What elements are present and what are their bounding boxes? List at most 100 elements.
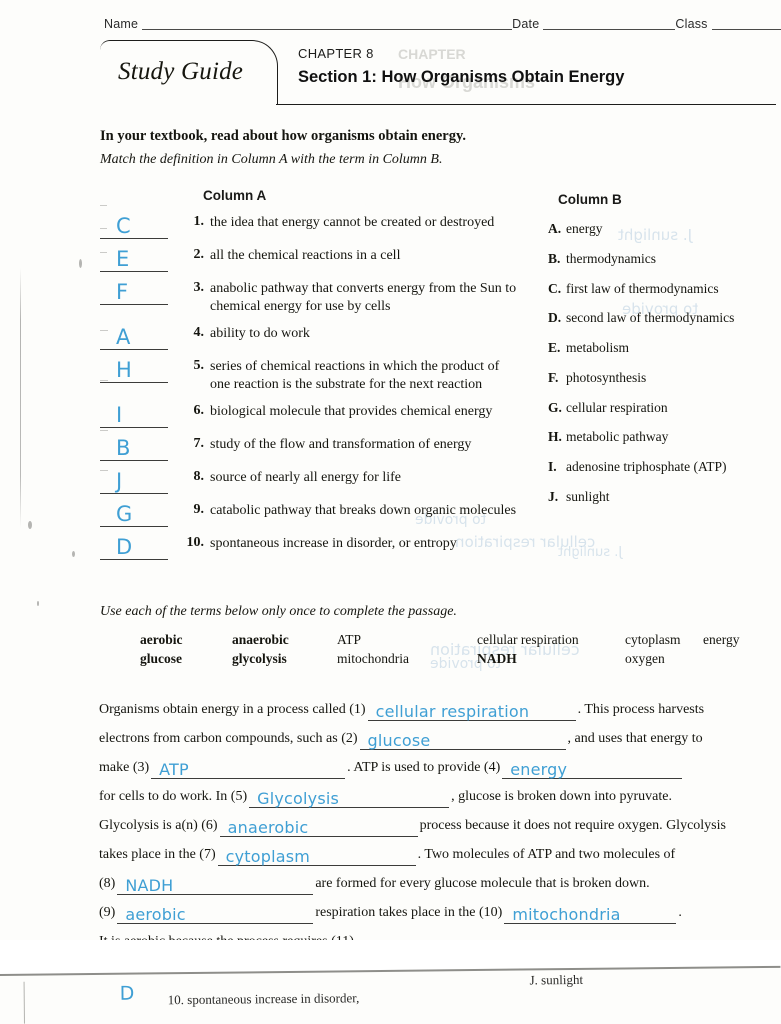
passage-blank-8[interactable]: NADH <box>117 874 314 895</box>
passage-instruction: Use each of the terms below only once to… <box>100 604 457 619</box>
passage-text: are formed for every glucose molecule th… <box>315 876 650 891</box>
term-text-b: thermodynamics <box>566 250 656 266</box>
passage-text: . ATP is used to provide (4) <box>347 760 501 775</box>
column-b-header: Column B <box>558 192 622 207</box>
passage-text: . Two molecules of ATP and two molecules… <box>417 847 676 862</box>
date-field[interactable]: Date <box>512 17 676 32</box>
passage-line-6: takes place in the (7) cytoplasm . Two m… <box>99 837 767 866</box>
item-text-6: biological molecule that provides chemic… <box>210 403 493 419</box>
section-heading: Section 1: How Organisms Obtain Energy <box>298 68 624 87</box>
class-blank[interactable] <box>711 28 781 30</box>
answer-blank-6[interactable]: I <box>100 401 168 428</box>
scan-speck <box>37 601 39 606</box>
handwritten-blank-1: cellular respiration <box>375 702 530 721</box>
item-text-1: the idea that energy cannot be created o… <box>210 215 495 230</box>
passage-blank-2[interactable]: glucose <box>359 729 566 750</box>
passage-text: make (3) <box>99 760 150 775</box>
handwritten-blank-10: mitochondria <box>512 905 621 924</box>
term-item: J. sunlight <box>548 488 778 505</box>
answer-blank-4[interactable]: A <box>100 323 168 350</box>
passage-text: , and uses that energy to <box>567 731 703 746</box>
passage-blank-7[interactable]: cytoplasm <box>217 845 416 866</box>
term-letter-g: G. <box>548 399 562 415</box>
answer-blank-2[interactable]: E <box>100 245 168 272</box>
answer-blank-3[interactable]: F <box>100 278 168 305</box>
item-number-5: 5. <box>193 357 205 373</box>
answer-blank-8[interactable]: J <box>100 467 168 494</box>
term-letter-e: E. <box>548 340 561 356</box>
answer-blank-10[interactable]: D <box>100 533 168 560</box>
answer-blank-1[interactable]: C <box>100 212 168 239</box>
passage-blank-9[interactable]: aerobic <box>117 903 314 924</box>
passage-line-8: (9) aerobic respiration takes place in t… <box>99 895 767 924</box>
match-item: I 6. biological molecule that provides c… <box>100 401 520 428</box>
item-text-2: all the chemical reactions in a cell <box>210 248 401 263</box>
item-number-9: 9. <box>193 501 205 517</box>
passage-blank-10[interactable]: mitochondria <box>504 903 677 924</box>
intro-line-1: In your textbook, read about how organis… <box>100 128 467 144</box>
handwritten-answer-8: J <box>116 468 124 493</box>
item-text-10: spontaneous increase in disorder, or ent… <box>210 535 457 551</box>
term-item: B. thermodynamics <box>548 250 778 267</box>
term-letter-i: I. <box>548 459 557 475</box>
fill-in-passage: Organisms obtain energy in a process cal… <box>99 692 767 953</box>
study-guide-title: Study Guide <box>118 58 244 85</box>
handwritten-blank-7: cytoplasm <box>225 847 311 866</box>
handwritten-answer-7: B <box>116 435 132 460</box>
handwritten-answer-9: G <box>116 501 134 526</box>
handwritten-answer-2: E <box>116 247 131 271</box>
passage-line-4: for cells to do work. In (5) Glycolysis … <box>99 779 767 808</box>
passage-text: , glucose is broken down into pyruvate. <box>451 789 672 804</box>
handwritten-blank-5: Glycolysis <box>257 789 340 808</box>
term-item: C. first law of thermodynamics <box>548 280 778 297</box>
term-text-i: adenosine triphosphate (ATP) <box>566 459 727 475</box>
chapter-label: CHAPTER 8 <box>298 46 374 61</box>
match-item: H 5. series of chemical reactions in whi… <box>100 356 520 395</box>
item-text-5: series of chemical reactions in which th… <box>210 358 500 393</box>
name-field[interactable]: Name <box>104 17 513 32</box>
item-number-2: 2. <box>193 247 205 262</box>
next-page-answer: D <box>119 982 135 1005</box>
item-number-3: 3. <box>193 280 205 295</box>
answer-blank-9[interactable]: G <box>100 500 168 527</box>
answer-blank-5[interactable]: H <box>100 356 168 383</box>
next-page-term: J. sunlight <box>529 971 584 988</box>
term-item: G. cellular respiration <box>548 399 778 416</box>
date-blank[interactable] <box>543 28 676 30</box>
passage-text: . This process harvests <box>577 702 705 717</box>
handwritten-blank-8: NADH <box>125 876 174 895</box>
column-a-header: Column A <box>203 188 267 203</box>
word-bank-term: glycolysis <box>232 651 287 666</box>
passage-blank-5[interactable]: Glycolysis <box>249 787 450 808</box>
match-item: J 8. source of nearly all energy for lif… <box>100 467 520 494</box>
item-number-6: 6. <box>193 402 205 418</box>
handwritten-blank-3: ATP <box>159 760 189 779</box>
match-item: F 3. anabolic pathway that converts ener… <box>100 278 520 317</box>
passage-line-5: Glycolysis is a(n) (6) anaerobic process… <box>99 808 767 837</box>
class-field[interactable]: Class <box>675 17 781 32</box>
term-letter-d: D. <box>548 310 562 326</box>
next-page-text: 10. spontaneous increase in disorder, <box>167 990 360 1008</box>
term-letter-f: F. <box>548 369 559 385</box>
date-label: Date <box>512 17 540 31</box>
name-blank[interactable] <box>142 28 513 30</box>
match-item: E 2. all the chemical reactions in a cel… <box>100 245 520 272</box>
passage-text: Organisms obtain energy in a process cal… <box>99 702 366 717</box>
scan-speck <box>28 521 32 529</box>
passage-line-7: (8) NADH are formed for every glucose mo… <box>99 866 767 895</box>
word-bank-term: mitochondria <box>337 651 409 666</box>
passage-blank-1[interactable]: cellular respiration <box>367 700 576 721</box>
word-bank-term: cytoplasm <box>625 632 681 647</box>
passage-blank-4[interactable]: energy <box>502 758 683 779</box>
passage-blank-6[interactable]: anaerobic <box>219 816 418 837</box>
word-bank-term: oxygen <box>625 651 665 666</box>
match-item: B 7. study of the flow and transformatio… <box>100 434 520 461</box>
passage-blank-3[interactable]: ATP <box>151 758 346 779</box>
term-text-e: metabolism <box>566 340 629 356</box>
word-bank-term: NADH <box>477 651 517 666</box>
term-item: F. photosynthesis <box>548 369 778 386</box>
word-bank: aerobic anaerobic ATP cellular respirati… <box>140 632 780 670</box>
answer-blank-7[interactable]: B <box>100 434 168 461</box>
item-text-9: catabolic pathway that breaks down organ… <box>210 502 517 518</box>
passage-text: Glycolysis is a(n) (6) <box>99 818 218 833</box>
